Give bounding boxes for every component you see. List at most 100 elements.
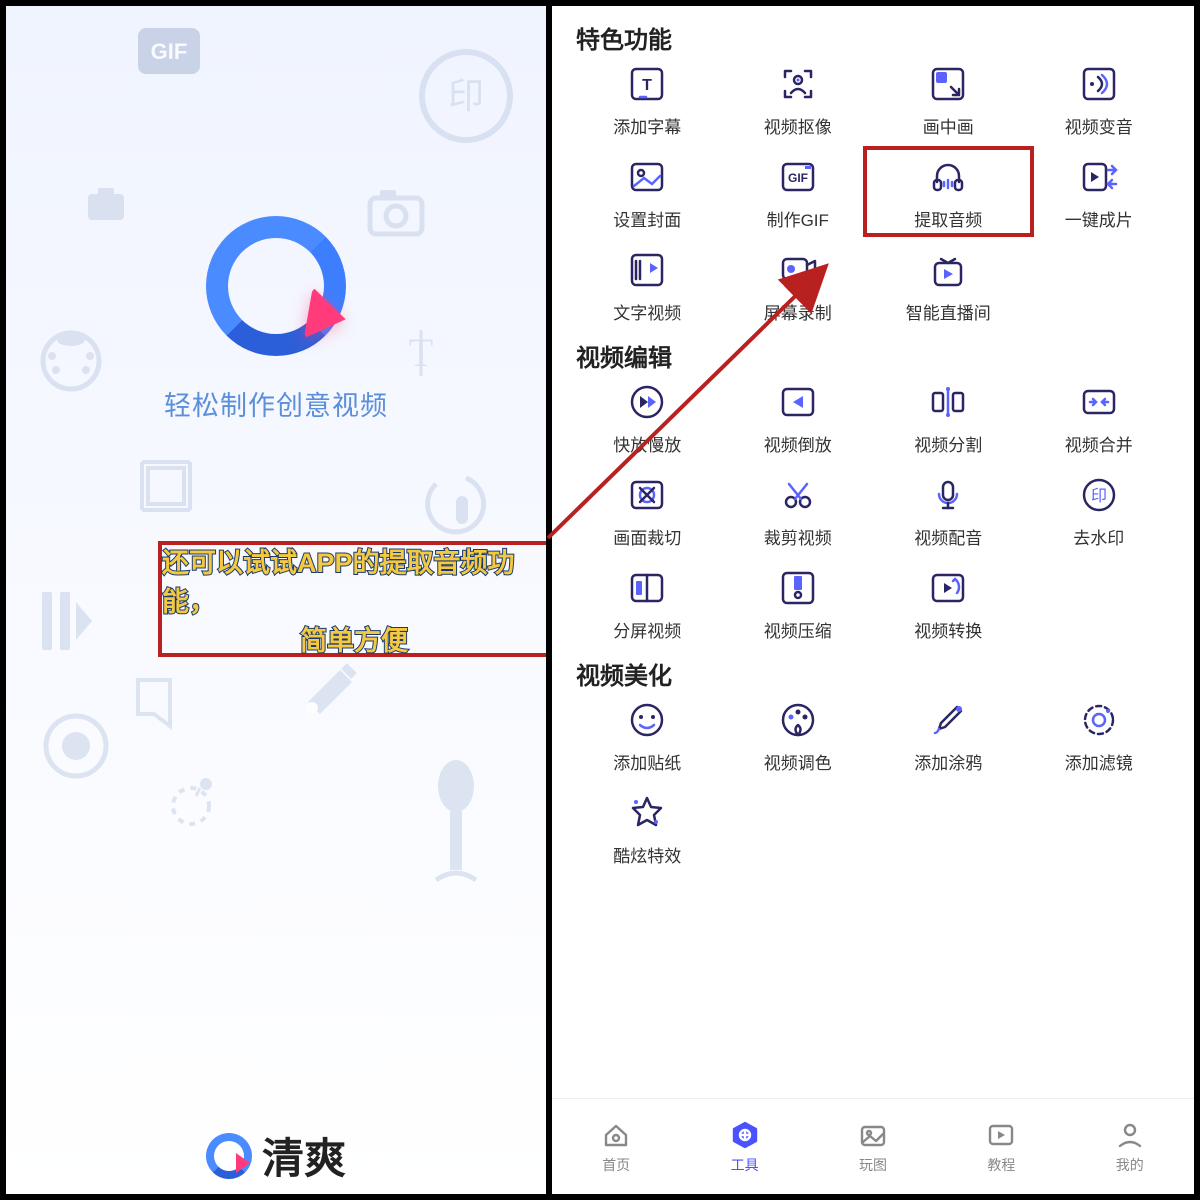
svg-text:T: T <box>642 77 652 94</box>
tool-crop[interactable]: 画面裁切 <box>576 474 719 549</box>
tool-voice[interactable]: 视频变音 <box>1028 63 1171 138</box>
tool-color[interactable]: 视频调色 <box>727 699 870 774</box>
watermark-icon: 印 <box>1078 474 1120 516</box>
tool-label: 分屏视频 <box>613 617 681 642</box>
logo-play-icon <box>304 287 350 345</box>
tools-panel: 特色功能T添加字幕视频抠像画中画视频变音设置封面GIF制作GIF提取音频一键成片… <box>552 6 1194 1194</box>
person-icon <box>777 63 819 105</box>
tool-label: 智能直播间 <box>906 299 991 324</box>
tool-label: 添加涂鸦 <box>914 749 982 774</box>
live-icon <box>927 249 969 291</box>
tool-label: 视频转换 <box>914 617 982 642</box>
voice-icon <box>1078 63 1120 105</box>
tab-tutorial[interactable]: 教程 <box>985 1119 1017 1175</box>
tab-label: 首页 <box>602 1155 630 1175</box>
svg-text:印: 印 <box>448 75 484 116</box>
tab-profile[interactable]: 我的 <box>1114 1119 1146 1175</box>
tool-gif[interactable]: GIF 制作GIF <box>727 156 870 231</box>
brush-icon <box>927 699 969 741</box>
tool-label: 视频配音 <box>914 524 982 549</box>
tool-effects[interactable]: 酷炫特效 <box>576 792 719 867</box>
tool-filter[interactable]: 添加滤镜 <box>1028 699 1171 774</box>
annotation-line1: 还可以试试APP的提取音频功能， <box>162 541 546 619</box>
tool-reverse[interactable]: 视频倒放 <box>727 381 870 456</box>
effects-icon <box>626 792 668 834</box>
cut-icon <box>777 474 819 516</box>
tool-label: 制作GIF <box>767 206 829 231</box>
tool-label: 酷炫特效 <box>613 842 681 867</box>
tool-label: 添加字幕 <box>613 113 681 138</box>
tools-tab-icon <box>729 1119 761 1151</box>
tab-label: 教程 <box>987 1155 1015 1175</box>
split-icon <box>927 381 969 423</box>
tab-label: 玩图 <box>859 1155 887 1175</box>
sticker-icon <box>626 699 668 741</box>
home-tab-icon <box>600 1119 632 1151</box>
annotation-callout: 还可以试试APP的提取音频功能， 简单方便 <box>158 541 546 657</box>
section-title: 视频美化 <box>576 656 1170 691</box>
tool-text[interactable]: T 添加字幕 <box>576 63 719 138</box>
tool-mic[interactable]: 视频配音 <box>877 474 1020 549</box>
tool-split[interactable]: 视频分割 <box>877 381 1020 456</box>
crop-icon <box>626 474 668 516</box>
gif-icon: GIF <box>777 156 819 198</box>
app-logo: 轻松制作创意视频 <box>164 216 388 423</box>
tool-convert[interactable]: 视频转换 <box>877 567 1020 642</box>
color-icon <box>777 699 819 741</box>
filter-icon <box>1078 699 1120 741</box>
tool-pip[interactable]: 画中画 <box>877 63 1020 138</box>
tool-splitscreen[interactable]: 分屏视频 <box>576 567 719 642</box>
pictures-tab-icon <box>857 1119 889 1151</box>
tool-textvideo[interactable]: 文字视频 <box>576 249 719 324</box>
highlight-box <box>863 146 1034 237</box>
tool-watermark[interactable]: 印去水印 <box>1028 474 1171 549</box>
tool-label: 快放慢放 <box>613 431 681 456</box>
merge-icon <box>1078 381 1120 423</box>
tool-speed[interactable]: 快放慢放 <box>576 381 719 456</box>
profile-tab-icon <box>1114 1119 1146 1151</box>
convert-icon <box>927 567 969 609</box>
pip-icon <box>927 63 969 105</box>
tool-sticker[interactable]: 添加贴纸 <box>576 699 719 774</box>
tool-cut[interactable]: 裁剪视频 <box>727 474 870 549</box>
tab-home[interactable]: 首页 <box>600 1119 632 1175</box>
svg-text:GIF: GIF <box>788 171 808 185</box>
tool-label: 视频倒放 <box>764 431 832 456</box>
tool-label: 画中画 <box>923 113 974 138</box>
tool-record[interactable]: 屏幕录制 <box>727 249 870 324</box>
tool-label: 视频抠像 <box>764 113 832 138</box>
tool-person[interactable]: 视频抠像 <box>727 63 870 138</box>
splash-panel: GIF 印 T 轻松制作创意视频 还可以试试APP的提取音频功能， 简单方便 <box>6 6 546 1194</box>
tab-label: 我的 <box>1116 1155 1144 1175</box>
tab-tools[interactable]: 工具 <box>729 1119 761 1175</box>
tool-compress[interactable]: 视频压缩 <box>727 567 870 642</box>
tool-merge[interactable]: 视频合并 <box>1028 381 1171 456</box>
brand-name: 清爽 <box>262 1125 346 1186</box>
text-icon: T <box>626 63 668 105</box>
svg-text:GIF: GIF <box>151 39 188 64</box>
mic-icon <box>927 474 969 516</box>
tool-label: 添加滤镜 <box>1065 749 1133 774</box>
tool-label: 视频合并 <box>1065 431 1133 456</box>
tool-quickvideo[interactable]: 一键成片 <box>1028 156 1171 231</box>
splitscreen-icon <box>626 567 668 609</box>
image-icon <box>626 156 668 198</box>
tool-live[interactable]: 智能直播间 <box>877 249 1020 324</box>
section-title: 视频编辑 <box>576 338 1170 373</box>
tab-pictures[interactable]: 玩图 <box>857 1119 889 1175</box>
tool-brush[interactable]: 添加涂鸦 <box>877 699 1020 774</box>
tool-headphone[interactable]: 提取音频 <box>877 156 1020 231</box>
brand-mini-logo-icon <box>206 1133 252 1179</box>
brand-footer: 清爽 <box>206 1125 346 1186</box>
speed-icon <box>626 381 668 423</box>
tool-label: 一键成片 <box>1065 206 1133 231</box>
bottom-tabbar: 首页 工具玩图 教程 我的 <box>552 1098 1194 1194</box>
slogan-text: 轻松制作创意视频 <box>164 384 388 423</box>
quickvideo-icon <box>1078 156 1120 198</box>
record-icon <box>777 249 819 291</box>
tool-label: 去水印 <box>1073 524 1124 549</box>
tool-label: 设置封面 <box>613 206 681 231</box>
tool-label: 视频压缩 <box>764 617 832 642</box>
tool-image[interactable]: 设置封面 <box>576 156 719 231</box>
tool-label: 文字视频 <box>613 299 681 324</box>
